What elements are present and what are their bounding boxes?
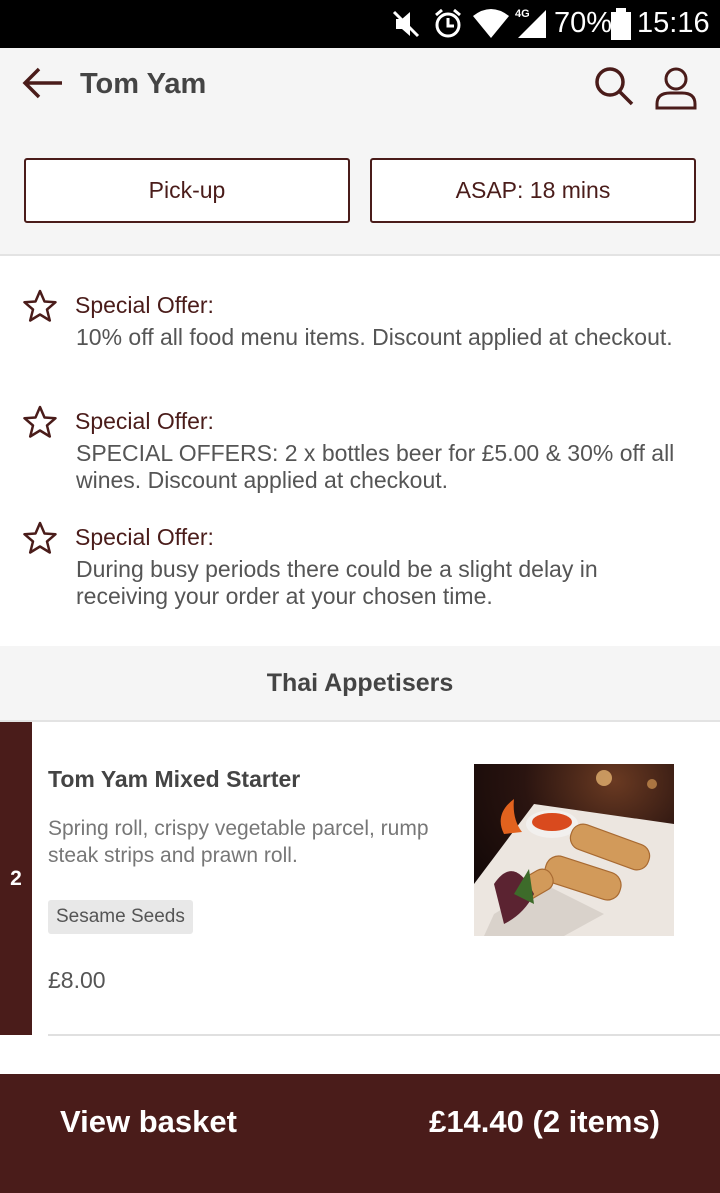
wifi-icon <box>473 9 509 38</box>
offer-label: Special Offer: <box>75 408 214 434</box>
view-basket-button[interactable]: View basket £14.40 (2 items) <box>0 1074 720 1193</box>
item-photo <box>474 764 674 936</box>
item-name: Tom Yam Mixed Starter <box>48 766 301 792</box>
header: Tom Yam Pick-up ASAP: 18 mins <box>0 48 720 256</box>
offer-text: SPECIAL OFFERS: 2 x bottles beer for £5.… <box>76 440 675 493</box>
item-quantity-badge: 2 <box>0 722 32 1035</box>
signal-icon <box>518 10 546 38</box>
offer-label: Special Offer: <box>75 524 214 550</box>
pickup-button[interactable]: Pick-up <box>24 158 350 223</box>
star-icon <box>23 405 57 438</box>
special-offers: Special Offer: 10% off all food menu ite… <box>0 256 720 646</box>
back-arrow-icon[interactable] <box>22 66 66 100</box>
page-title: Tom Yam <box>80 68 207 100</box>
user-icon[interactable] <box>654 66 698 110</box>
star-icon <box>23 521 57 554</box>
divider <box>48 1034 720 1036</box>
basket-total: £14.40 (2 items) <box>429 1104 660 1139</box>
allergen-tag: Sesame Seeds <box>48 900 193 934</box>
mute-icon <box>392 10 420 38</box>
offer-text: 10% off all food menu items. Discount ap… <box>76 324 673 350</box>
battery-icon <box>611 8 631 40</box>
battery-percent: 70% <box>554 7 613 39</box>
status-bar: 4G 70% 15:16 <box>0 0 720 48</box>
offer-text: During busy periods there could be a sli… <box>76 556 598 609</box>
item-price: £8.00 <box>48 967 106 993</box>
menu-item[interactable]: 2 Tom Yam Mixed Starter Spring roll, cri… <box>0 722 720 1036</box>
offer-label: Special Offer: <box>75 292 214 318</box>
search-icon[interactable] <box>594 66 634 106</box>
item-description: Spring roll, crispy vegetable parcel, ru… <box>48 817 429 867</box>
delivery-time-button[interactable]: ASAP: 18 mins <box>370 158 696 223</box>
star-icon <box>23 289 57 322</box>
alarm-icon <box>435 8 461 38</box>
view-basket-label: View basket <box>60 1104 237 1139</box>
clock: 15:16 <box>637 7 710 39</box>
menu-section-title: Thai Appetisers <box>0 646 720 722</box>
